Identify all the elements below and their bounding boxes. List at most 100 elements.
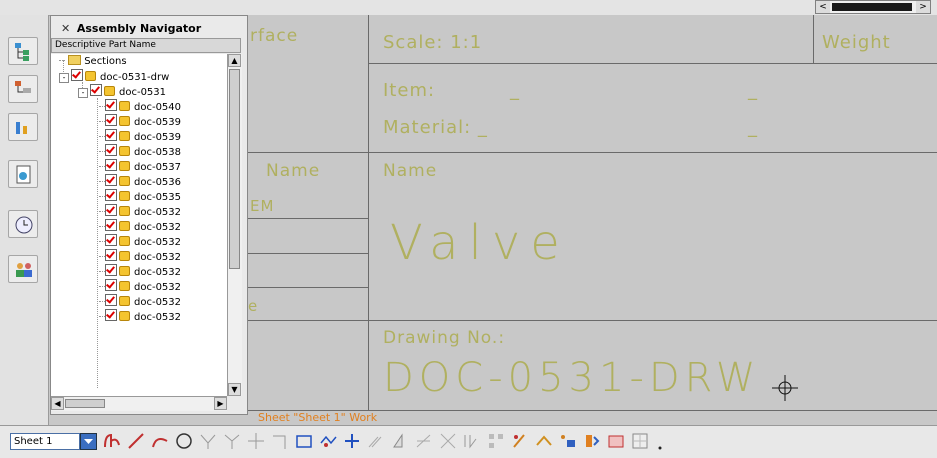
border-line: [248, 253, 368, 254]
tree-node[interactable]: doc-0536: [99, 174, 181, 189]
scroll-up-button[interactable]: ▲: [228, 54, 241, 67]
point-tool[interactable]: [342, 431, 362, 453]
offset-tool[interactable]: [366, 431, 386, 453]
collapse-icon[interactable]: -: [59, 73, 69, 83]
scroll-thumb[interactable]: [65, 399, 105, 408]
history-palette-tab[interactable]: [8, 210, 38, 238]
circle-tool[interactable]: [174, 431, 194, 453]
tree-node[interactable]: - doc-0531-drw: [59, 69, 169, 84]
tree-node[interactable]: doc-0532: [99, 219, 181, 234]
horizontal-scrollbar[interactable]: < >: [815, 0, 931, 14]
sheet-dropdown-button[interactable]: [80, 433, 97, 450]
view-tool[interactable]: [606, 431, 626, 453]
tree-node[interactable]: doc-0540: [99, 99, 181, 114]
checkbox-icon[interactable]: [105, 294, 117, 306]
item-label: Item:: [383, 80, 436, 101]
checkbox-icon[interactable]: [105, 204, 117, 216]
checkbox-icon[interactable]: [105, 159, 117, 171]
collapse-icon[interactable]: -: [78, 88, 88, 98]
navigator-horizontal-scrollbar[interactable]: ◀ ▶: [51, 396, 227, 411]
profile-tool[interactable]: [102, 431, 122, 453]
em-label: EM: [250, 197, 275, 215]
fillet-tool[interactable]: [198, 431, 218, 453]
tree-node[interactable]: doc-0532: [99, 234, 181, 249]
derived-tool[interactable]: [438, 431, 458, 453]
checkbox-icon[interactable]: [105, 219, 117, 231]
tree-node[interactable]: doc-0532: [99, 309, 181, 324]
rectangle-tool[interactable]: [294, 431, 314, 453]
corner-tool[interactable]: [270, 431, 290, 453]
dimension-icon: [561, 435, 575, 447]
tree-node[interactable]: doc-0532: [99, 204, 181, 219]
view-icon: [608, 435, 624, 448]
drawing-canvas[interactable]: rface Scale: 1:1 Weight Item: _ _ Materi…: [248, 15, 937, 425]
offset-icon: [368, 436, 382, 448]
scroll-down-button[interactable]: ▼: [228, 383, 241, 396]
part-icon: [119, 266, 130, 276]
scroll-right-button[interactable]: >: [916, 1, 930, 13]
history-tab[interactable]: [8, 113, 38, 141]
part-navigator-tab[interactable]: [8, 75, 38, 103]
tree-node[interactable]: - doc-0531: [78, 84, 166, 99]
tree-node[interactable]: doc-0532: [99, 294, 181, 309]
checkbox-icon[interactable]: [105, 279, 117, 291]
checkbox-icon[interactable]: [105, 99, 117, 111]
tree-node[interactable]: Sections: [59, 54, 127, 69]
checkbox-icon[interactable]: [105, 144, 117, 156]
associate-icon: [586, 435, 600, 447]
tree-node[interactable]: doc-0537: [99, 159, 181, 174]
mirror-tool[interactable]: [390, 431, 410, 453]
roles-tab[interactable]: [8, 255, 38, 283]
tree-node[interactable]: doc-0539: [99, 114, 181, 129]
pattern-tool[interactable]: [486, 431, 506, 453]
sketch-toolbar: Sheet 1: [0, 425, 937, 458]
tree-node[interactable]: doc-0532: [99, 249, 181, 264]
associate-tool[interactable]: [582, 431, 602, 453]
scroll-thumb[interactable]: [229, 69, 240, 269]
pin-icon[interactable]: ✕: [61, 22, 73, 35]
users-icon: [16, 263, 32, 277]
chamfer-tool[interactable]: [222, 431, 242, 453]
tree-node[interactable]: doc-0539: [99, 129, 181, 144]
checkbox-icon[interactable]: [105, 189, 117, 201]
arc-tool[interactable]: [150, 431, 170, 453]
tree-node[interactable]: doc-0532: [99, 279, 181, 294]
sheet-select[interactable]: Sheet 1: [10, 433, 80, 450]
rectangle-icon: [296, 435, 312, 448]
checkbox-icon[interactable]: [105, 249, 117, 261]
assembly-navigator-tab[interactable]: [8, 37, 38, 65]
document-icon: [16, 165, 31, 184]
checkbox-icon[interactable]: [105, 174, 117, 186]
checkbox-icon[interactable]: [105, 309, 117, 321]
auto-constrain-tool[interactable]: [534, 431, 554, 453]
project-icon: [464, 435, 477, 449]
tree-node[interactable]: doc-0535: [99, 189, 181, 204]
navigator-vertical-scrollbar[interactable]: ▲ ▼: [227, 54, 242, 396]
dimension-tool[interactable]: [558, 431, 578, 453]
tree-node[interactable]: doc-0538: [99, 144, 181, 159]
checkbox-icon[interactable]: [105, 264, 117, 276]
sheet-status-label: Sheet "Sheet 1" Work: [258, 411, 378, 424]
name-label-left: Name: [266, 161, 321, 181]
checkbox-icon[interactable]: [105, 234, 117, 246]
tree-node[interactable]: doc-0532: [99, 264, 181, 279]
scroll-left-button[interactable]: <: [816, 1, 830, 13]
project-tool[interactable]: [462, 431, 482, 453]
column-header[interactable]: Descriptive Part Name: [51, 38, 241, 53]
scroll-right-button[interactable]: ▶: [214, 397, 227, 410]
part-icon: [119, 161, 130, 171]
constraints-tool[interactable]: [510, 431, 530, 453]
more-tool[interactable]: [654, 431, 674, 453]
scroll-left-button[interactable]: ◀: [51, 397, 64, 410]
checkbox-icon[interactable]: [90, 84, 102, 96]
intersect-tool[interactable]: [414, 431, 434, 453]
checkbox-icon[interactable]: [105, 129, 117, 141]
web-browser-tab[interactable]: [8, 160, 38, 188]
grid-tool[interactable]: [630, 431, 650, 453]
trim-tool[interactable]: [246, 431, 266, 453]
scroll-thumb[interactable]: [832, 3, 912, 11]
checkbox-icon[interactable]: [71, 69, 83, 81]
polygon-tool[interactable]: [318, 431, 338, 453]
line-tool[interactable]: [126, 431, 146, 453]
checkbox-icon[interactable]: [105, 114, 117, 126]
